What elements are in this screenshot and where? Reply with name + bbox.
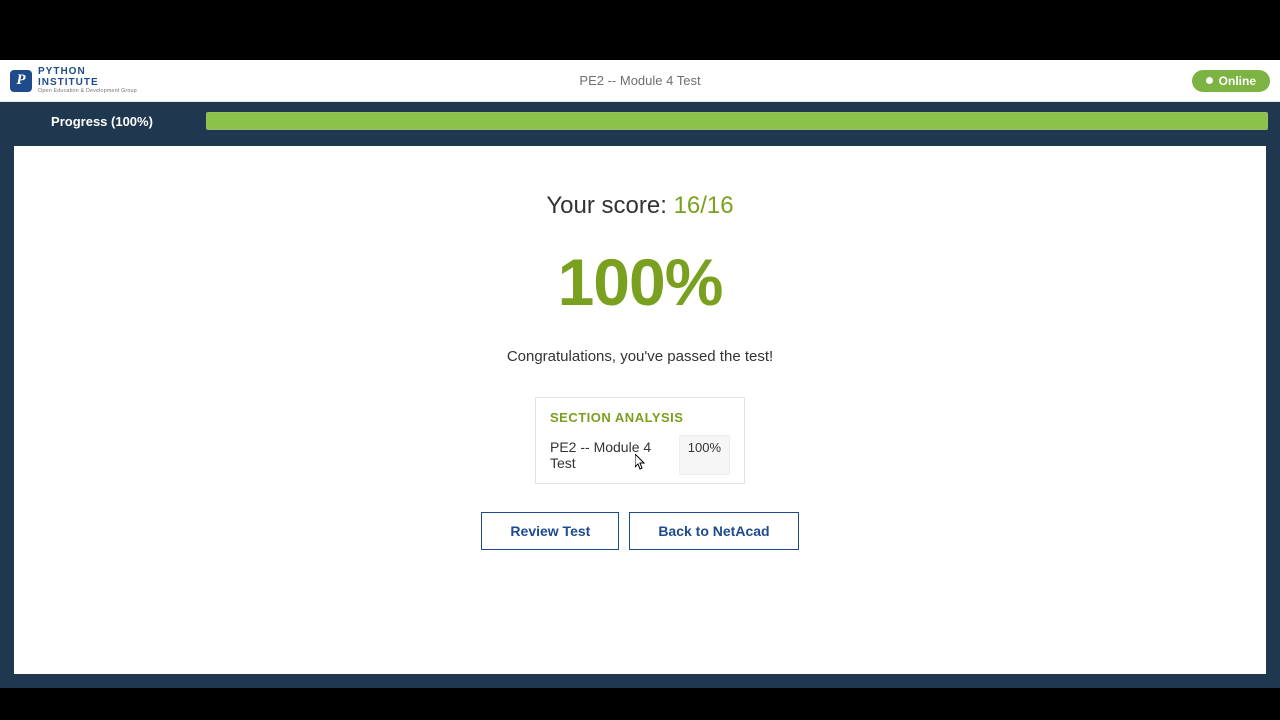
congrats-message: Congratulations, you've passed the test!	[507, 348, 773, 365]
online-status-badge[interactable]: Online	[1192, 70, 1270, 92]
page-title: PE2 -- Module 4 Test	[579, 73, 700, 88]
review-test-button[interactable]: Review Test	[481, 512, 619, 550]
back-to-netacad-button[interactable]: Back to NetAcad	[629, 512, 798, 550]
progress-fill	[207, 113, 1267, 129]
results-panel: Your score: 16/16 100% Congratulations, …	[14, 146, 1266, 674]
logo-subtitle: Open Education & Development Group	[38, 88, 137, 94]
progress-track	[206, 112, 1268, 130]
button-row: Review Test Back to NetAcad	[481, 512, 798, 550]
section-row: PE2 -- Module 4 Test 100%	[550, 435, 730, 475]
score-prefix: Your score:	[546, 192, 673, 219]
progress-label: Progress (100%)	[12, 114, 192, 129]
score-line: Your score: 16/16	[546, 192, 733, 220]
section-name: PE2 -- Module 4 Test	[550, 435, 679, 475]
score-percent: 100%	[558, 244, 723, 320]
logo-line2: INSTITUTE	[38, 78, 137, 89]
section-analysis-title: SECTION ANALYSIS	[550, 410, 730, 425]
progress-bar-section: Progress (100%)	[0, 102, 1280, 140]
status-label: Online	[1219, 74, 1256, 88]
section-analysis-box: SECTION ANALYSIS PE2 -- Module 4 Test 10…	[535, 397, 745, 484]
logo-block[interactable]: P PYTHON INSTITUTE Open Education & Deve…	[10, 67, 137, 94]
letterbox-top	[0, 0, 1280, 60]
letterbox-bottom	[0, 688, 1280, 720]
score-value: 16/16	[674, 192, 734, 219]
status-dot-icon	[1206, 77, 1213, 84]
stage-wrap: Your score: 16/16 100% Congratulations, …	[0, 140, 1280, 688]
logo-line1: PYTHON	[38, 67, 137, 78]
header-bar: P PYTHON INSTITUTE Open Education & Deve…	[0, 60, 1280, 102]
section-percent: 100%	[679, 435, 730, 475]
logo-icon: P	[10, 70, 32, 92]
